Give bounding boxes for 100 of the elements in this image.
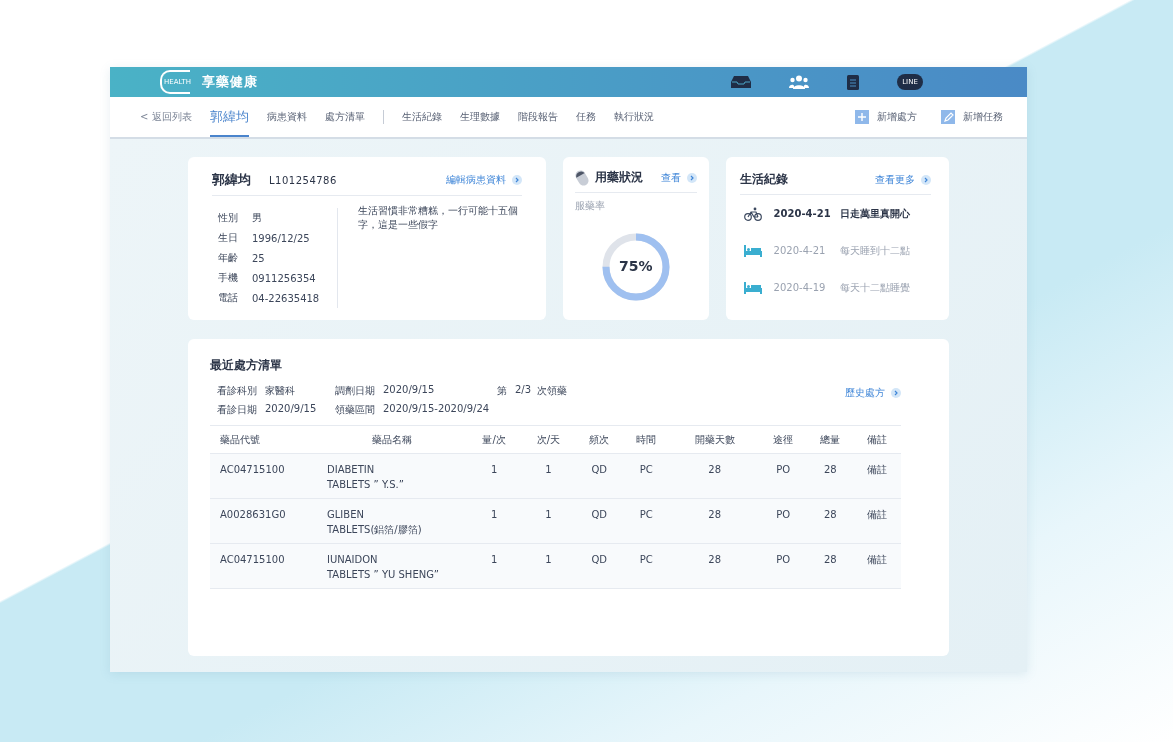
field-value: 男	[252, 211, 262, 225]
history-link[interactable]: 歷史處方	[845, 386, 885, 400]
table-cell: QD	[575, 543, 623, 589]
info-label: 看診科別	[217, 384, 257, 398]
column-header: 途徑	[759, 425, 807, 454]
table-cell: PC	[622, 543, 670, 589]
entry-text: 每天十二點睡覺	[839, 280, 910, 295]
nav-tab[interactable]: 生理數據	[459, 97, 500, 137]
chevron-icon[interactable]	[891, 388, 901, 398]
edit-link[interactable]: 編輯病患資料	[446, 173, 506, 187]
column-header: 開藥天數	[669, 425, 760, 454]
info-suffix: 次領藥	[537, 384, 568, 398]
table-cell: 1	[467, 543, 522, 589]
card-title: 用藥狀況	[595, 169, 643, 186]
field-value: 25	[252, 252, 265, 264]
table-cell: 28	[669, 453, 760, 499]
table-cell: AC04715100	[210, 543, 317, 589]
table-cell: 1	[467, 498, 522, 544]
action-link[interactable]: 新增任務	[963, 110, 1003, 124]
patient-id: L101254786	[269, 174, 337, 186]
table-cell: 備註	[853, 453, 901, 499]
nav-tab[interactable]: 郭緯均	[209, 97, 249, 137]
table-cell: QD	[575, 453, 623, 499]
table-cell: QD	[575, 498, 623, 544]
table-cell: PO	[759, 498, 807, 544]
metric-label: 服藥率	[575, 199, 606, 213]
field-label: 年齡	[218, 251, 239, 265]
column-header: 藥品代號	[210, 425, 317, 454]
chevron-icon[interactable]	[921, 174, 931, 185]
card-title: 生活紀錄	[739, 171, 788, 188]
column-header: 次/天	[521, 425, 576, 454]
more-link[interactable]: 查看更多	[875, 172, 915, 187]
entry-text: 日走萬里真開心	[839, 206, 910, 221]
bed-icon	[743, 244, 762, 257]
table-cell: 28	[806, 453, 854, 499]
inbox-icon[interactable]	[731, 75, 751, 89]
field-label: 手機	[218, 271, 239, 285]
table-cell: 1	[467, 453, 522, 499]
info-value: 2020/9/15-2020/9/24	[383, 403, 490, 416]
chevron-icon[interactable]	[686, 172, 697, 183]
info-value: 2/3	[515, 384, 532, 397]
back-link[interactable]: < 返回列表	[140, 110, 192, 124]
table-cell: 28	[806, 543, 854, 589]
entry-date: 2020-4-19	[773, 282, 827, 293]
column-header: 備註	[853, 425, 901, 454]
table-cell: AC04715100	[210, 453, 317, 499]
nav-tab[interactable]: 病患資料	[266, 97, 307, 137]
table-cell: PC	[622, 498, 670, 544]
info-label: 看診日期	[217, 403, 257, 417]
field-label: 生日	[218, 231, 239, 245]
table-cell: 28	[806, 498, 854, 544]
info-value: 2020/9/15	[383, 384, 435, 397]
app-title: 享藥健康	[202, 73, 258, 91]
card-title: 最近處方清單	[210, 357, 283, 374]
table-cell: 備註	[853, 543, 901, 589]
edit-icon[interactable]	[941, 110, 955, 124]
nav-tab[interactable]: 執行狀況	[613, 97, 654, 137]
capsule-icon	[575, 169, 589, 186]
info-value: 2020/9/15	[265, 403, 317, 416]
clipboard-icon[interactable]	[847, 74, 859, 90]
chevron-icon[interactable]	[512, 175, 522, 185]
entry-text: 每天睡到十二點	[839, 243, 910, 258]
field-label: 電話	[218, 291, 239, 305]
view-link[interactable]: 查看	[660, 170, 681, 185]
info-label: 調劑日期	[335, 384, 375, 398]
table-cell: 1	[521, 498, 576, 544]
table-cell: 1	[521, 543, 576, 589]
table-cell: 備註	[853, 498, 901, 544]
action-link[interactable]: 新增處方	[877, 110, 917, 124]
field-label: 性別	[218, 211, 239, 225]
nav-tab[interactable]: 生活紀錄	[401, 97, 442, 137]
table-cell: 1	[521, 453, 576, 499]
gauge-reading: 75%	[618, 258, 654, 274]
patient-name: 郭緯均	[212, 171, 251, 189]
nav-tab[interactable]: 階段報告	[517, 97, 558, 137]
column-header: 時間	[622, 425, 670, 454]
bicycle-icon	[743, 206, 762, 221]
info-label: 領藥區間	[335, 403, 375, 417]
table-cell: DIABETIN TABLETS ” Y.S.”	[317, 453, 467, 499]
field-value: 04-22635418	[252, 292, 320, 304]
nav-tab[interactable]: 處方清單	[324, 97, 365, 137]
table-cell: 28	[669, 543, 760, 589]
column-header: 量/次	[467, 425, 522, 454]
info-value: 家醫科	[265, 384, 295, 398]
table-cell: A0028631G0	[210, 498, 317, 544]
column-header: 總量	[806, 425, 854, 454]
people-icon[interactable]	[789, 75, 809, 89]
patient-note: 生活習慣非常糟糕，一行可能十五個字，這是一些假字	[358, 204, 520, 232]
table-cell: PO	[759, 453, 807, 499]
table-cell: PC	[622, 453, 670, 499]
table-cell: 28	[669, 498, 760, 544]
bed-icon	[743, 281, 762, 294]
field-value: 0911256354	[252, 272, 316, 284]
table-cell: IUNAIDON TABLETS ” YU SHENG”	[317, 543, 467, 589]
table-cell: GLIBEN TABLETS(鋁箔/膠箔)	[317, 498, 467, 544]
info-label: 第	[497, 384, 507, 398]
entry-date: 2020-4-21	[773, 208, 832, 219]
field-value: 1996/12/25	[252, 232, 310, 244]
column-header: 頻次	[575, 425, 623, 454]
nav-tab[interactable]: 任務	[575, 97, 596, 137]
